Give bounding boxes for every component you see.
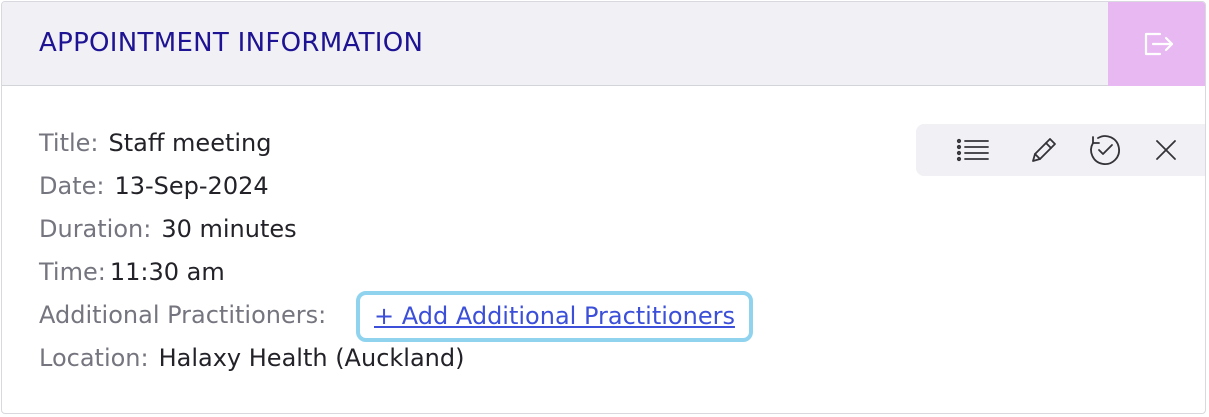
add-practitioners-link[interactable]: + Add Additional Practitioners [374, 295, 735, 338]
list-button[interactable] [956, 133, 990, 167]
date-row: Date: 13-Sep-2024 [39, 165, 464, 208]
date-value: 13-Sep-2024 [114, 172, 269, 200]
clock-button[interactable] [1088, 133, 1122, 167]
title-label: Title: [39, 129, 99, 157]
appointment-details: Title: Staff meeting Date: 13-Sep-2024 Dur… [39, 122, 753, 380]
list-icon [956, 137, 990, 163]
clock-check-icon [1088, 133, 1122, 167]
time-row: Time: 11:30 am [39, 251, 464, 294]
location-label: Location: [39, 344, 149, 372]
title-value: Staff meeting [108, 129, 272, 157]
close-button[interactable] [1149, 133, 1183, 167]
time-value: 11:30 am [109, 258, 225, 286]
title-row: Title: Staff meeting [39, 122, 464, 165]
page-title: APPOINTMENT INFORMATION [39, 28, 424, 58]
practitioners-link-highlight: + Add Additional Practitioners [356, 291, 753, 342]
location-row: Location: Halaxy Health (Auckland) [39, 337, 464, 380]
exit-button[interactable] [1108, 2, 1205, 86]
action-toolbar [916, 124, 1205, 176]
duration-label: Duration: [39, 215, 152, 243]
appointment-panel: APPOINTMENT INFORMATION Title: Staff meet… [1, 1, 1206, 414]
edit-button[interactable] [1027, 133, 1061, 167]
close-icon [1153, 137, 1179, 163]
practitioners-row: Additional Practitioners: + Add Addition… [39, 291, 753, 342]
exit-icon [1140, 28, 1176, 60]
duration-row: Duration: 30 minutes [39, 208, 464, 251]
pencil-icon [1028, 134, 1060, 166]
panel-header: APPOINTMENT INFORMATION [2, 2, 1205, 86]
time-label: Time: [39, 258, 106, 286]
practitioners-label: Additional Practitioners: [39, 301, 327, 329]
location-value: Halaxy Health (Auckland) [158, 344, 465, 372]
date-label: Date: [39, 172, 105, 200]
duration-value: 30 minutes [161, 215, 297, 243]
